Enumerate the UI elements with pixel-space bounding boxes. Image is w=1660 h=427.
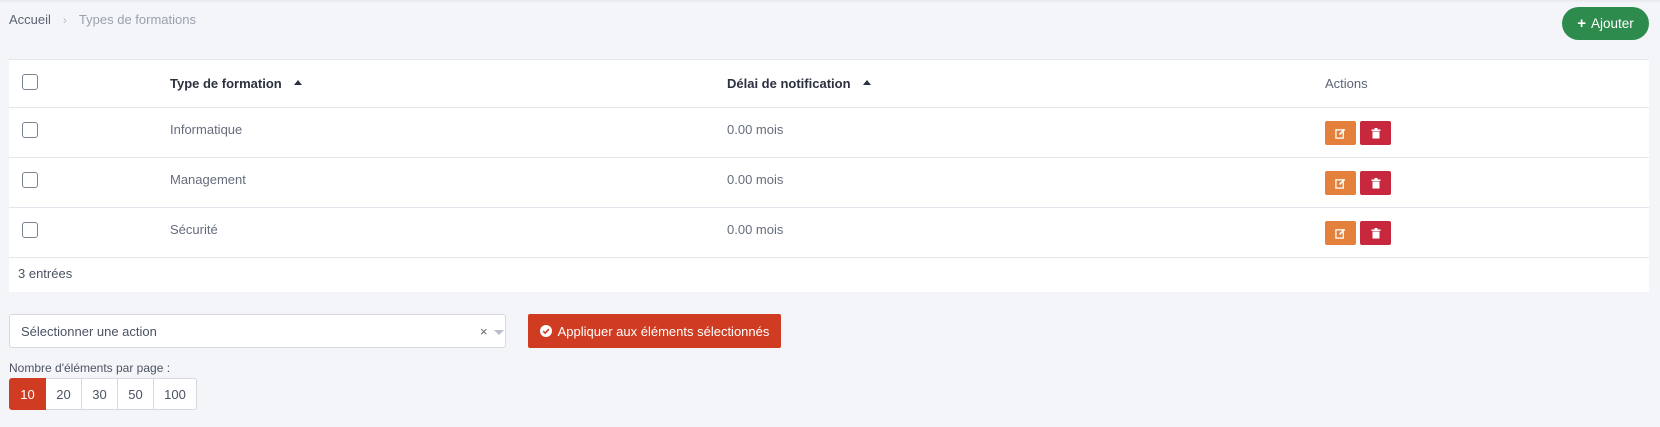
per-page-option-10[interactable]: 10 [9,378,46,410]
table-header: Type de formation Délai de notification … [9,60,1649,108]
edit-button[interactable] [1325,121,1356,145]
entry-count: 3 entrées [18,266,73,281]
cell-delay: 0.00 mois [727,122,784,137]
sort-asc-icon [293,80,302,85]
breadcrumb: Accueil › Types de formations [9,12,196,27]
apply-selected-button[interactable]: Appliquer aux éléments sélectionnés [528,314,781,348]
trash-icon [1371,227,1380,238]
column-header-actions: Actions [1325,76,1368,91]
edit-icon [1335,178,1346,189]
edit-icon [1335,128,1346,139]
data-table: Type de formation Délai de notification … [9,59,1649,292]
column-header-delay-label: Délai de notification [727,76,851,91]
breadcrumb-separator: › [62,12,67,27]
clear-icon[interactable]: × [480,324,488,339]
apply-button-label: Appliquer aux éléments sélectionnés [557,323,770,339]
per-page-option-30[interactable]: 30 [82,378,118,410]
check-circle-icon [539,325,552,337]
delete-button[interactable] [1360,221,1391,245]
bulk-action-select[interactable]: Sélectionner une action × [9,314,506,348]
edit-icon [1335,228,1346,239]
bulk-action-placeholder: Sélectionner une action [21,324,157,339]
edit-button[interactable] [1325,221,1356,245]
trash-icon [1371,127,1380,138]
cell-type: Management [170,172,246,187]
per-page-label: Nombre d'éléments par page : [9,361,171,375]
column-header-type-label: Type de formation [170,76,282,91]
table-row: Informatique 0.00 mois [9,108,1649,158]
add-button-label: Ajouter [1590,16,1634,31]
cell-delay: 0.00 mois [727,172,784,187]
cell-type: Informatique [170,122,243,137]
row-checkbox[interactable] [22,172,38,188]
column-header-delay[interactable]: Délai de notification [727,76,871,91]
per-page-option-100[interactable]: 100 [154,378,197,410]
cell-type: Sécurité [170,222,218,237]
table-row: Sécurité 0.00 mois [9,208,1649,258]
per-page-selector: 10 20 30 50 100 [9,378,197,410]
per-page-option-20[interactable]: 20 [46,378,82,410]
delete-button[interactable] [1360,171,1391,195]
breadcrumb-home[interactable]: Accueil [9,12,51,27]
delete-button[interactable] [1360,121,1391,145]
sort-asc-icon [862,80,871,85]
breadcrumb-current: Types de formations [78,12,196,27]
row-checkbox[interactable] [22,122,38,138]
select-all-checkbox[interactable] [22,74,38,90]
row-checkbox[interactable] [22,222,38,238]
add-button[interactable]: + Ajouter [1562,7,1649,40]
plus-icon: + [1577,15,1586,32]
cell-delay: 0.00 mois [727,222,784,237]
chevron-down-icon [494,330,504,335]
table-row: Management 0.00 mois [9,158,1649,208]
trash-icon [1371,177,1380,188]
per-page-option-50[interactable]: 50 [118,378,154,410]
column-header-type[interactable]: Type de formation [170,76,302,91]
edit-button[interactable] [1325,171,1356,195]
top-shadow [0,0,1660,3]
